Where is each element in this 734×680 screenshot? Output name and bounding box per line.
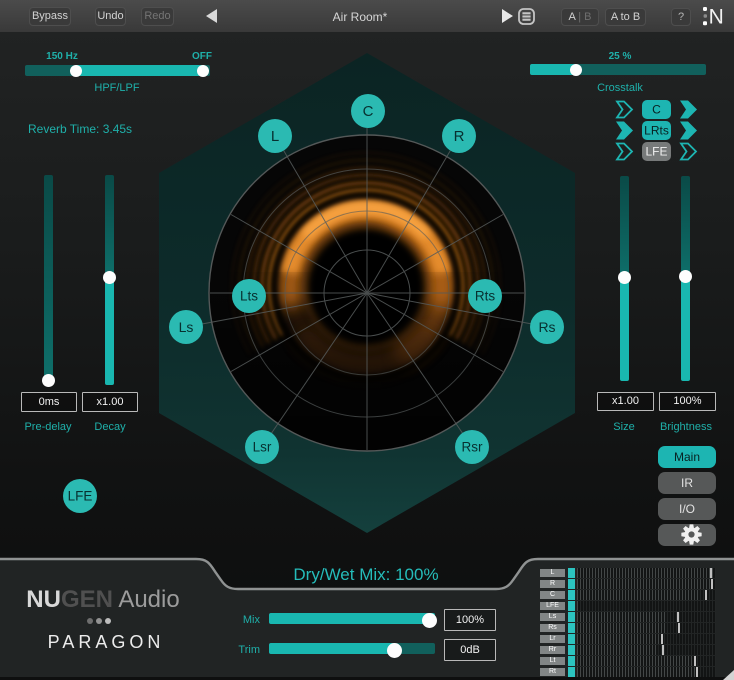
svg-text:Rsr: Rsr [462, 440, 483, 455]
svg-text:LFE: LFE [68, 489, 93, 504]
svg-text:N: N [709, 6, 724, 29]
svg-text:Rs: Rs [538, 319, 555, 335]
svg-text:Lts: Lts [240, 289, 258, 304]
svg-text:Rts: Rts [475, 289, 496, 304]
svg-text:C: C [652, 103, 661, 117]
svg-text:Ls: Ls [179, 319, 194, 335]
svg-text:LRts: LRts [644, 124, 669, 138]
svg-text:L: L [271, 128, 279, 145]
svg-text:C: C [363, 103, 374, 120]
svg-text:R: R [454, 128, 465, 145]
svg-text:Lsr: Lsr [253, 440, 272, 455]
svg-text:LFE: LFE [645, 145, 667, 159]
